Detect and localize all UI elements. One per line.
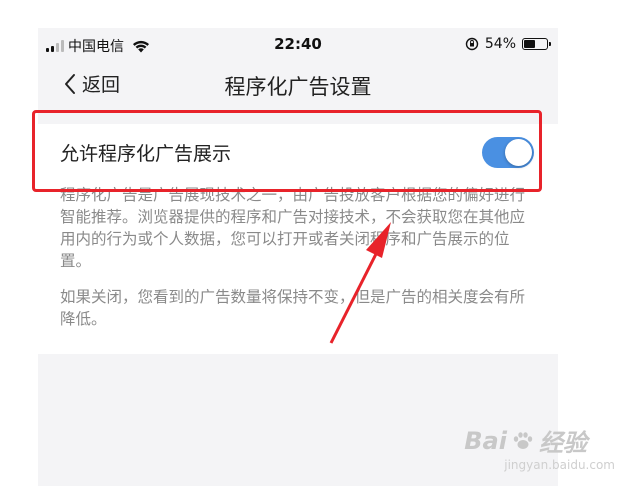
- watermark-logo: Bai 经验: [464, 423, 615, 458]
- watermark-brand: Bai: [464, 426, 507, 455]
- watermark-brand-cn: 经验: [538, 429, 587, 457]
- pointer-arrow-icon: [329, 222, 391, 344]
- paw-icon: [513, 431, 533, 449]
- watermark: Bai 经验 jingyan.baidu.com: [464, 423, 615, 473]
- watermark-url: jingyan.baidu.com: [504, 458, 615, 472]
